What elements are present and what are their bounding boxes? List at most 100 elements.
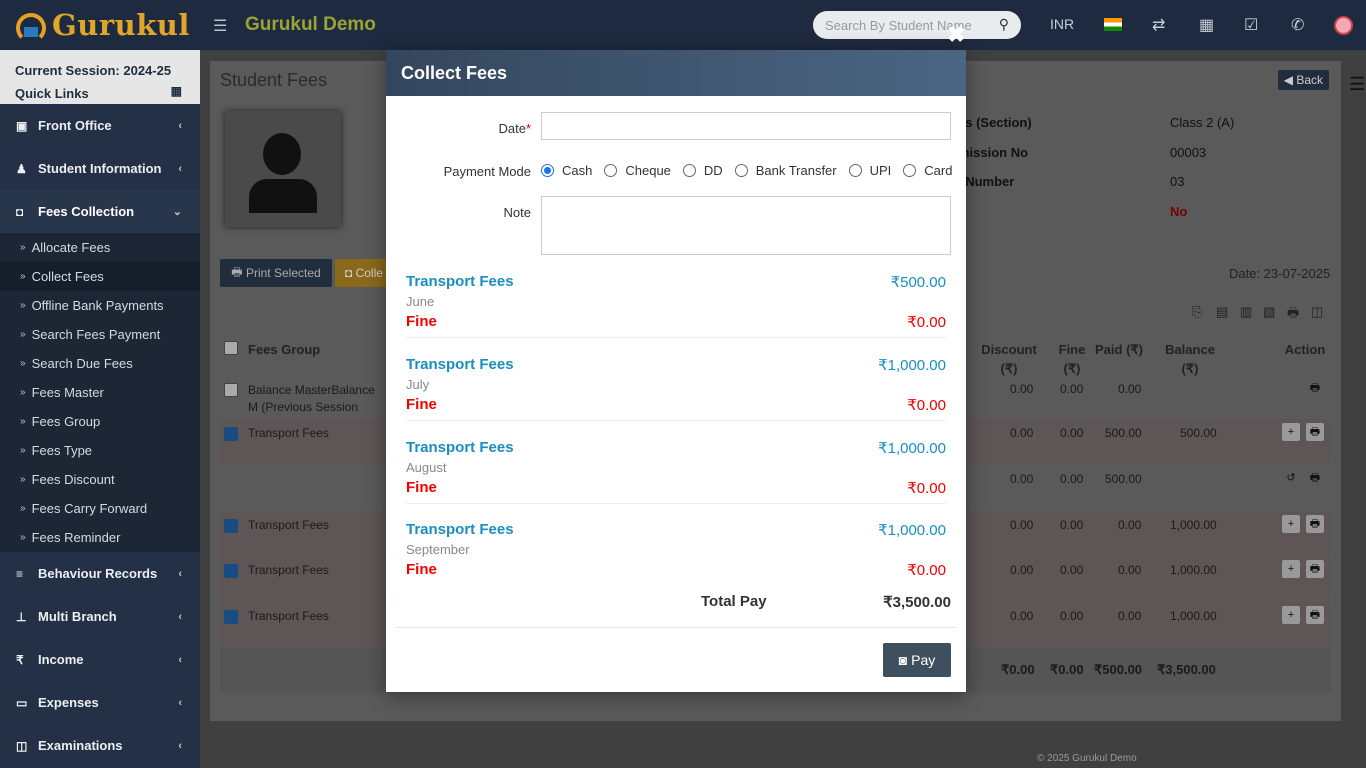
divider	[406, 503, 946, 504]
money-icon: ◙	[898, 652, 908, 668]
copy-icon[interactable]: ⎘	[1192, 304, 1202, 320]
row-checkbox[interactable]	[224, 427, 238, 441]
submenu-search-due-fees[interactable]: » Search Due Fees	[0, 349, 200, 378]
sidebar-item-fees-collection[interactable]: ◘ Fees Collection ⌄	[0, 190, 200, 233]
print-row-icon[interactable]: 🖶	[1306, 379, 1324, 397]
payment-mode-dd[interactable]: DD	[682, 163, 723, 178]
sidebar-item-multi-branch[interactable]: ⊥ Multi Branch ‹	[0, 595, 200, 638]
back-button[interactable]: ◀ Back	[1277, 70, 1329, 90]
menu-toggle-icon[interactable]: ☰	[213, 16, 227, 36]
print-row-icon[interactable]: 🖶	[1306, 423, 1324, 441]
add-icon[interactable]: +	[1282, 515, 1300, 533]
sidebar-item-examinations[interactable]: ◫ Examinations ‹	[0, 724, 200, 767]
search-icon[interactable]: ⚲	[999, 16, 1009, 33]
logo[interactable]: Gurukul	[14, 8, 190, 43]
add-icon[interactable]: +	[1282, 560, 1300, 578]
payment-mode-bank-transfer[interactable]: Bank Transfer	[734, 163, 837, 178]
row-discount: 0.00	[1010, 609, 1034, 623]
radio-selected[interactable]	[541, 164, 554, 177]
info-value-rte: No	[1170, 204, 1188, 219]
fee-month: July	[406, 377, 430, 392]
sidebar-item-student-information[interactable]: ♟ Student Information ‹	[0, 147, 200, 190]
print-row-icon[interactable]: 🖶	[1306, 515, 1324, 533]
print-row-icon[interactable]: 🖶	[1306, 606, 1324, 624]
currency-selector[interactable]: INR	[1050, 16, 1074, 32]
payment-mode-upi[interactable]: UPI	[848, 163, 891, 178]
sidebar-item-income[interactable]: ₹ Income ‹	[0, 638, 200, 681]
money-icon: ◘	[16, 204, 24, 219]
student-search[interactable]: Search By Student Name ⚲	[813, 11, 1021, 39]
calendar-icon[interactable]: ▦	[1199, 15, 1214, 35]
chevron-left-icon: ‹	[178, 567, 182, 580]
radio[interactable]	[903, 164, 917, 177]
fee-amount: ₹1,000.00	[878, 522, 946, 539]
col-action: Action	[1284, 342, 1326, 357]
pay-button[interactable]: ◙ Pay	[883, 643, 951, 677]
task-check-icon[interactable]: ☑	[1244, 15, 1258, 35]
row-fine: 0.00	[1060, 472, 1084, 486]
submenu-offline-bank-payments[interactable]: » Offline Bank Payments	[0, 291, 200, 320]
chevron-left-icon: ‹	[178, 696, 182, 709]
close-icon[interactable]: ✖	[947, 22, 965, 48]
submenu-fees-type[interactable]: » Fees Type	[0, 436, 200, 465]
row-checkbox[interactable]	[224, 383, 238, 397]
revert-icon[interactable]: ↺	[1282, 469, 1300, 487]
pdf-icon[interactable]: ▧	[1263, 304, 1275, 320]
select-all-checkbox[interactable]	[224, 341, 238, 355]
submenu-fees-reminder[interactable]: » Fees Reminder	[0, 523, 200, 552]
print-row-icon[interactable]: 🖶	[1306, 560, 1324, 578]
fee-month: August	[406, 460, 447, 475]
divider	[406, 337, 946, 338]
chevron-left-icon: ‹	[178, 119, 182, 132]
print-icon[interactable]: 🖶	[1287, 304, 1299, 326]
excel-icon[interactable]: ▤	[1216, 304, 1228, 320]
submenu-fees-group[interactable]: » Fees Group	[0, 407, 200, 436]
whatsapp-icon[interactable]: ✆	[1291, 15, 1304, 35]
columns-icon[interactable]: ◫	[1311, 304, 1323, 320]
radio[interactable]	[682, 164, 696, 177]
note-label: Note	[503, 205, 531, 220]
row-checkbox[interactable]	[224, 519, 238, 533]
payment-mode-cheque[interactable]: Cheque	[604, 163, 671, 178]
date-input[interactable]	[541, 112, 951, 140]
submenu-fees-carry-forward[interactable]: » Fees Carry Forward	[0, 494, 200, 523]
payment-mode-label: Payment Mode	[443, 164, 531, 179]
csv-icon[interactable]: ▥	[1240, 304, 1252, 320]
submenu-allocate-fees[interactable]: » Allocate Fees	[0, 233, 200, 262]
note-textarea[interactable]	[541, 196, 951, 255]
submenu-fees-master[interactable]: » Fees Master	[0, 378, 200, 407]
radio[interactable]	[848, 164, 862, 177]
add-icon[interactable]: +	[1282, 423, 1300, 441]
payment-mode-card[interactable]: Card	[903, 163, 952, 178]
print-row-icon[interactable]: 🖶	[1306, 469, 1324, 487]
switch-icon[interactable]: ⇄	[1152, 15, 1165, 35]
info-value-admission: 00003	[1170, 145, 1207, 160]
row-group: Transport Fees	[248, 426, 329, 440]
row-checkbox[interactable]	[224, 610, 238, 624]
quick-links[interactable]: Quick Links	[15, 82, 185, 105]
row-checkbox[interactable]	[224, 564, 238, 578]
page-menu-icon[interactable]: ☰	[1349, 74, 1365, 95]
language-flag-icon[interactable]	[1104, 18, 1122, 31]
quick-links-grid-icon[interactable]: ▦	[171, 84, 182, 98]
brand-title: Gurukul Demo	[245, 14, 376, 35]
radio[interactable]	[734, 164, 748, 177]
fee-amount: ₹500.00	[890, 274, 946, 291]
info-value-class: Class 2 (A)	[1170, 115, 1235, 130]
fee-name: Transport Fees	[406, 273, 514, 290]
add-icon[interactable]: +	[1282, 606, 1300, 624]
submenu-fees-discount[interactable]: » Fees Discount	[0, 465, 200, 494]
fees-collection-submenu: » Allocate Fees » Collect Fees » Offline Ba…	[0, 233, 200, 552]
sidebar-item-expenses[interactable]: ▭ Expenses ‹	[0, 681, 200, 724]
payment-mode-cash[interactable]: Cash	[541, 163, 592, 178]
sidebar-item-behaviour-records[interactable]: ≡ Behaviour Records ‹	[0, 552, 200, 595]
print-selected-button[interactable]: 🖶 Print Selected	[220, 259, 332, 287]
sidebar-item-front-office[interactable]: ▣ Front Office ‹	[0, 104, 200, 147]
submenu-search-fees-payment[interactable]: » Search Fees Payment	[0, 320, 200, 349]
submenu-collect-fees[interactable]: » Collect Fees	[0, 262, 200, 291]
fee-amount: ₹1,000.00	[878, 440, 946, 457]
col-discount: Discount (₹)	[981, 342, 1037, 376]
sidebar-item-label: Expenses	[38, 695, 99, 710]
user-avatar[interactable]	[1334, 16, 1353, 35]
radio[interactable]	[604, 164, 618, 177]
